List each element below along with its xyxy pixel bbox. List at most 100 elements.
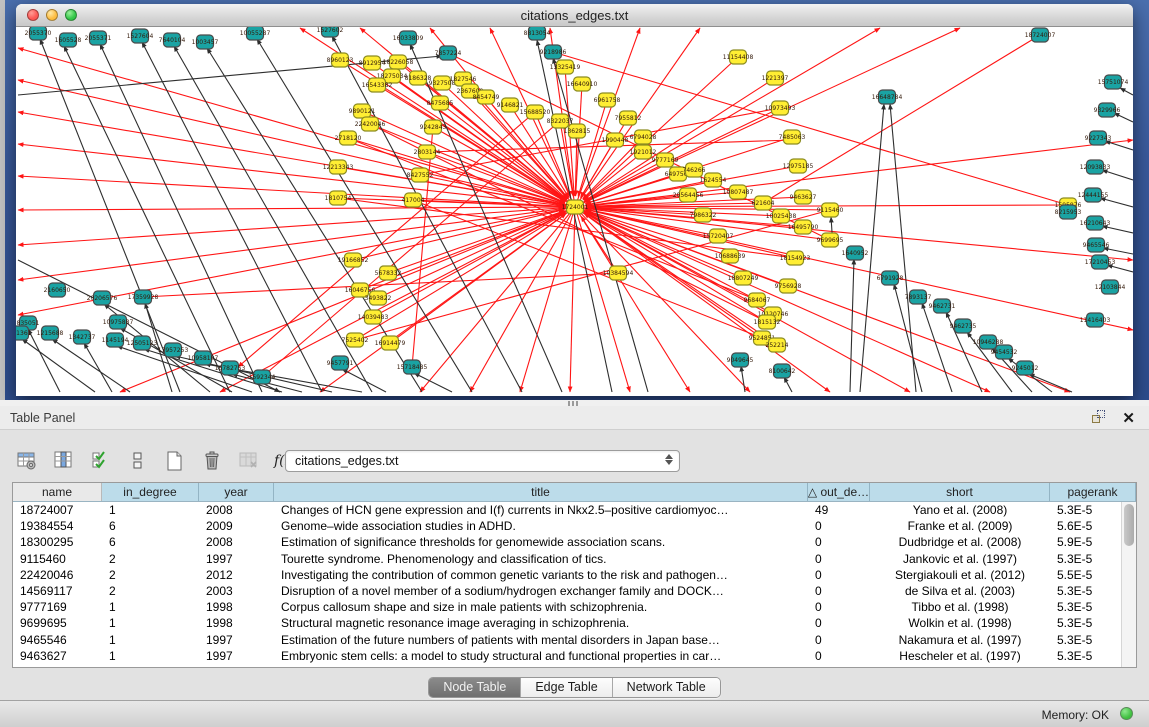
table-cell[interactable]: 9115460	[13, 551, 102, 567]
network-node[interactable]: 7955812	[615, 111, 642, 125]
table-cell[interactable]: 9463627	[13, 648, 102, 664]
network-node[interactable]: 16033809	[393, 31, 424, 45]
network-node[interactable]: 621604	[752, 196, 775, 210]
column-header-in_degree[interactable]: in_degree	[102, 483, 199, 501]
tab-node-table[interactable]: Node Table	[429, 678, 521, 697]
table-cell[interactable]: 0	[808, 534, 870, 550]
table-cell[interactable]: Genome–wide association studies in ADHD.	[274, 518, 808, 534]
table-cell[interactable]: 1997	[199, 632, 274, 648]
table-cell[interactable]: 1	[102, 632, 199, 648]
network-edge[interactable]	[18, 48, 575, 207]
network-node[interactable]: 9756928	[775, 279, 802, 293]
network-node[interactable]: 1605528	[55, 33, 82, 47]
memory-indicator-icon[interactable]	[1120, 707, 1133, 720]
network-node[interactable]: 8912954	[359, 56, 386, 70]
table-cell[interactable]: Hescheler et al. (1997)	[870, 648, 1050, 664]
table-cell[interactable]: Changes of HCN gene expression and I(f) …	[274, 502, 808, 518]
table-cell[interactable]: 1	[102, 599, 199, 615]
network-edge[interactable]	[1120, 88, 1133, 95]
network-node[interactable]: 9245012	[1012, 361, 1039, 375]
network-node[interactable]: 12975185	[783, 159, 814, 173]
network-edge[interactable]	[18, 260, 280, 392]
network-node[interactable]: 15751074	[1098, 75, 1129, 89]
delete-column-icon[interactable]	[199, 448, 225, 474]
table-cell[interactable]: 6	[102, 518, 199, 534]
network-node[interactable]: 9329966	[1094, 103, 1121, 117]
table-cell[interactable]: 2	[102, 551, 199, 567]
column-header-short[interactable]: short	[870, 483, 1050, 501]
network-node[interactable]: 2718120	[335, 131, 362, 145]
table-row[interactable]: 946362711997Embryonic stem cells: a mode…	[13, 648, 1136, 664]
network-node[interactable]: 9115460	[817, 203, 844, 217]
table-row[interactable]: 2242004622012Investigating the contribut…	[13, 567, 1136, 583]
network-edge[interactable]	[741, 366, 745, 392]
table-row[interactable]: 911546021997Tourette syndrome. Phenomeno…	[13, 551, 1136, 567]
table-row[interactable]: 1872400712008Changes of HCN gene express…	[13, 502, 1136, 518]
column-header-name[interactable]: name	[13, 483, 102, 501]
network-node[interactable]: 15718485	[397, 360, 428, 374]
table-cell[interactable]: 1	[102, 648, 199, 664]
table-cell[interactable]: 0	[808, 648, 870, 664]
network-node[interactable]: 6961758	[594, 93, 621, 107]
network-edge[interactable]	[575, 140, 1133, 207]
table-cell[interactable]: 0	[808, 518, 870, 534]
network-edge[interactable]	[1100, 198, 1133, 207]
network-edge[interactable]	[1105, 141, 1133, 150]
table-cell[interactable]: Yano et al. (2008)	[870, 502, 1050, 518]
select-column-icon[interactable]	[51, 448, 77, 474]
network-node[interactable]: 16210643	[1080, 216, 1111, 230]
network-node[interactable]: 18724007	[1025, 28, 1056, 42]
column-header-title[interactable]: title	[274, 483, 808, 501]
table-cell[interactable]: 1997	[199, 551, 274, 567]
table-cell[interactable]: Dudbridge et al. (2008)	[870, 534, 1050, 550]
network-node[interactable]: 16640910	[567, 77, 598, 91]
network-node[interactable]: 9465546	[1083, 238, 1110, 252]
tab-network-table[interactable]: Network Table	[613, 678, 720, 697]
network-node[interactable]: 9218986	[540, 45, 567, 59]
column-checklist-icon[interactable]	[88, 448, 114, 474]
table-cell[interactable]: 9777169	[13, 599, 102, 615]
table-row[interactable]: 1938455462009Genome–wide association stu…	[13, 518, 1136, 534]
network-node[interactable]: 17359928	[128, 290, 159, 304]
table-cell[interactable]: 2003	[199, 583, 274, 599]
network-window[interactable]: citations_edges.txt 89601238912954182260…	[16, 4, 1133, 396]
network-node[interactable]: 7485063	[779, 130, 806, 144]
table-select-dropdown[interactable]: citations_edges.txt	[285, 450, 680, 472]
network-node[interactable]: 10807487	[723, 185, 754, 199]
network-node[interactable]: 15688520	[520, 105, 551, 119]
network-node[interactable]: 1527604	[127, 29, 154, 43]
network-edge[interactable]	[1102, 170, 1133, 180]
network-edge[interactable]	[262, 121, 560, 377]
network-node[interactable]: 14039483	[358, 310, 389, 324]
scrollbar-thumb[interactable]	[1124, 504, 1134, 546]
network-node[interactable]: 1215688	[37, 326, 64, 340]
network-node[interactable]: 2160650	[44, 283, 71, 297]
network-node[interactable]: 16914479	[375, 336, 406, 350]
table-row[interactable]: 969969511998Structural magnetic resonanc…	[13, 615, 1136, 631]
network-node[interactable]: 9463627	[790, 190, 817, 204]
table-cell[interactable]: de Silva et al. (2003)	[870, 583, 1050, 599]
network-node[interactable]: 7893137	[905, 290, 932, 304]
network-edge[interactable]	[1114, 113, 1133, 122]
network-node[interactable]: 252214	[766, 338, 789, 352]
table-row[interactable]: 946554611997Estimation of the future num…	[13, 632, 1136, 648]
table-row[interactable]: 1830029562008Estimation of significance …	[13, 534, 1136, 550]
table-cell[interactable]: Investigating the contribution of common…	[274, 567, 808, 583]
network-node[interactable]: 9890121	[349, 104, 376, 118]
network-edge[interactable]	[342, 369, 386, 392]
table-cell[interactable]: Embryonic stem cells: a model to study s…	[274, 648, 808, 664]
network-node[interactable]: 1221397	[762, 71, 789, 85]
network-node[interactable]: 10384594	[603, 266, 634, 280]
table-cell[interactable]: 9699695	[13, 615, 102, 631]
table-row[interactable]: 1456911722003Disruption of a novel membe…	[13, 583, 1136, 599]
table-cell[interactable]: 1998	[199, 599, 274, 615]
network-edge[interactable]	[784, 377, 792, 392]
network-node[interactable]: 746266	[683, 163, 706, 177]
network-node[interactable]: 11154408	[723, 50, 754, 64]
network-node[interactable]: 9457791	[327, 356, 354, 370]
table-cell[interactable]: 2	[102, 567, 199, 583]
network-node[interactable]: 1145194	[102, 333, 129, 347]
tab-edge-table[interactable]: Edge Table	[521, 678, 612, 697]
table-cell[interactable]: Estimation of the future numbers of pati…	[274, 632, 808, 648]
network-node[interactable]: 18226058	[383, 55, 414, 69]
